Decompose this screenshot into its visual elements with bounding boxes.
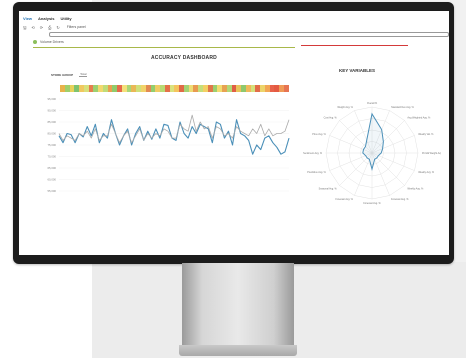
y-tick-label: 60,000 <box>47 178 56 182</box>
radar-axis-label: Forecast Avg. % <box>391 198 409 201</box>
store-group-dropdown[interactable]: Total <box>79 72 88 77</box>
redo-icon[interactable]: ⟳ <box>40 25 43 30</box>
y-tick-label: 80,000 <box>47 132 56 136</box>
undo-icon[interactable]: ⟲ <box>31 25 34 30</box>
menu-bar: View Analysis Utility <box>23 16 72 22</box>
radar-axis-label: Predictive Avg. % <box>307 171 326 174</box>
monitor-foot <box>179 345 297 356</box>
radar-axis-label: ProVal Weight Avg. % <box>422 152 441 155</box>
breadcrumb-item[interactable]: Volume Drivers <box>40 40 64 44</box>
monitor-stand <box>182 263 294 346</box>
radar-axis-label: Forecast Avg. % <box>335 198 353 201</box>
menu-analysis[interactable]: Analysis <box>38 16 54 22</box>
filter-label: STORE GROUP <box>51 72 74 77</box>
radar-axis-label: Forecast Avg. % <box>363 202 381 205</box>
breadcrumb: Volume Drivers <box>33 40 64 44</box>
y-tick-label: 95,000 <box>47 97 56 101</box>
radar-axis-label: Seasonal Avg. % <box>319 187 338 190</box>
radar-axis-label: Cost Avg. % <box>324 117 338 120</box>
y-tick-label: 55,000 <box>47 189 56 193</box>
radar-axis-label: Avg Weighted Avg. % <box>407 117 431 120</box>
toolbar: 🖫 ⟲ ⟳ ⎙ ↻ Filters panel <box>23 24 86 30</box>
key-variables-radar-chart: Overall % Standard Dev Avg. % Avg Weighted… <box>303 102 441 205</box>
store-group-filter: STORE GROUP Total <box>51 72 88 77</box>
save-icon[interactable]: 🖫 <box>23 25 26 30</box>
address-bar[interactable] <box>49 32 449 37</box>
radar-axis-label: Weight Avg. % <box>337 106 353 109</box>
monitor-screen: View Analysis Utility 🖫 ⟲ ⟳ ⎙ ↻ Filters … <box>19 11 449 255</box>
radar-axis-label: Weekly Val. % <box>418 133 434 136</box>
radar-axis-label: Standard Dev Avg. % <box>391 106 415 109</box>
filters-panel-label[interactable]: Filters panel <box>67 25 86 29</box>
key-variables-title: KEY VARIABLES <box>338 68 376 73</box>
menu-view[interactable]: View <box>23 16 32 22</box>
volume-drivers-icon <box>33 40 37 44</box>
y-tick-label: 85,000 <box>47 120 56 124</box>
accuracy-line-chart: 95,000 90,000 85,000 80,000 75,000 70,000 65,0… <box>47 97 290 193</box>
series-line-1 <box>58 119 290 155</box>
radar-axis-label: Price Avg. % <box>312 133 326 136</box>
menu-utility[interactable]: Utility <box>61 16 72 22</box>
y-tick-label: 65,000 <box>47 166 56 170</box>
radar-axis-label: Weekly Avg. % <box>407 187 424 190</box>
y-tick-label: 70,000 <box>47 155 56 159</box>
y-tick-label: 90,000 <box>47 109 56 113</box>
dashboard-title: ACCURACY DASHBOARD <box>150 55 217 61</box>
print-icon[interactable]: ⎙ <box>48 25 51 30</box>
radar-axis-label: Customer Sentiment Avg. % <box>303 152 323 155</box>
y-tick-label: 75,000 <box>47 143 56 147</box>
refresh-icon[interactable]: ↻ <box>56 25 59 30</box>
section-divider <box>33 47 295 48</box>
radar-axis-label: Weekly Avg. % <box>418 171 435 174</box>
radar-axis-label: Overall % <box>367 102 378 105</box>
section-divider-red <box>301 45 408 46</box>
